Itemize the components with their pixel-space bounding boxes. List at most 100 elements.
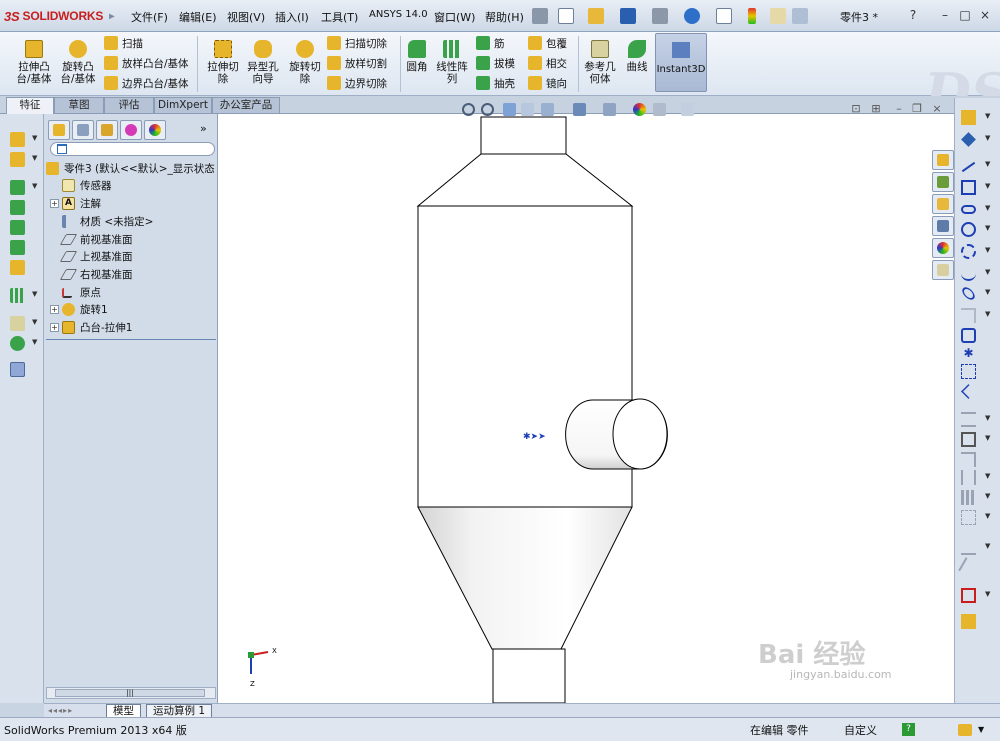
chamfer-icon[interactable]: [10, 200, 25, 215]
split-view-icon[interactable]: ⊡: [850, 103, 862, 115]
loft-button[interactable]: 放样凸台/基体: [104, 54, 189, 72]
horizontal-scrollbar[interactable]: |||: [46, 687, 216, 699]
offset-entities-icon[interactable]: [961, 452, 976, 467]
close-button[interactable]: ×: [977, 7, 993, 23]
tree-root[interactable]: 零件3 (默认<<默认>_显示状态: [46, 160, 215, 177]
tree-item-right-plane[interactable]: 右视基准面: [59, 266, 133, 283]
property-manager-tab[interactable]: [72, 120, 94, 140]
rebuild-icon[interactable]: [748, 8, 756, 24]
tab-scroll-arrows-icon[interactable]: ◂◂◂▸▸: [48, 706, 73, 715]
tab-sketch[interactable]: 草图: [54, 97, 104, 113]
menu-edit[interactable]: 编辑(E): [179, 9, 217, 25]
dropdown-arrow-icon[interactable]: ▼: [985, 224, 990, 232]
view-orientation-icon[interactable]: [573, 103, 586, 116]
dropdown-arrow-icon[interactable]: ▼: [985, 590, 990, 598]
dropdown-arrow-icon[interactable]: ▼: [985, 512, 990, 520]
quick-snaps-icon[interactable]: [961, 588, 976, 603]
mirror-button[interactable]: 镜向: [528, 74, 567, 92]
dropdown-arrow-icon[interactable]: ▼: [985, 542, 990, 550]
file-explorer-tab[interactable]: [932, 194, 954, 214]
dropdown-arrow-icon[interactable]: ▼: [985, 182, 990, 190]
tree-item-front-plane[interactable]: 前视基准面: [59, 231, 133, 248]
linear-sketch-pattern-icon[interactable]: [961, 490, 976, 505]
boundary-boss-button[interactable]: 边界凸台/基体: [104, 74, 189, 92]
scene-icon[interactable]: [653, 103, 666, 116]
rapid-sketch-icon[interactable]: [961, 614, 976, 629]
graphics-minimize-icon[interactable]: –: [893, 103, 905, 115]
graphics-restore-icon[interactable]: ❐: [911, 103, 923, 115]
pushpin-icon[interactable]: [532, 8, 548, 24]
line-icon[interactable]: [961, 161, 976, 173]
expand-icon[interactable]: +: [50, 323, 59, 332]
menu-tools[interactable]: 工具(T): [321, 9, 358, 25]
dropdown-arrow-icon[interactable]: ▼: [985, 134, 990, 142]
tree-item-annotations[interactable]: + A 注解: [50, 195, 101, 212]
instant3d-icon[interactable]: [10, 362, 25, 377]
tab-office-products[interactable]: 办公室产品: [212, 97, 280, 113]
display-manager-tab[interactable]: [144, 120, 166, 140]
instant3d-button[interactable]: Instant3D: [655, 33, 707, 92]
display-style-icon[interactable]: [603, 103, 616, 116]
dropdown-arrow-icon[interactable]: ▼: [985, 160, 990, 168]
display-relations-icon[interactable]: [961, 540, 976, 555]
pattern-icon[interactable]: [10, 288, 25, 303]
tab-features[interactable]: 特征: [6, 97, 54, 114]
section-view-icon[interactable]: [521, 103, 534, 116]
trim-icon[interactable]: [961, 412, 976, 427]
shell-button[interactable]: 抽壳: [476, 74, 515, 92]
scrollbar-thumb[interactable]: |||: [55, 689, 205, 697]
dimxpert-tab[interactable]: [120, 120, 142, 140]
mirror-entities-icon[interactable]: [961, 470, 976, 485]
fillet-icon[interactable]: [10, 180, 25, 195]
boss-icon[interactable]: [10, 152, 25, 167]
smart-dimension-icon[interactable]: [961, 132, 976, 147]
print-icon[interactable]: [652, 8, 668, 24]
zoom-area-icon[interactable]: [481, 103, 494, 116]
dropdown-arrow-icon[interactable]: ▼: [32, 318, 37, 326]
sweep-button[interactable]: 扫描: [104, 34, 143, 52]
dropdown-arrow-icon[interactable]: ▼: [978, 725, 984, 734]
shell-icon[interactable]: [10, 220, 25, 235]
extrude-icon[interactable]: [10, 132, 25, 147]
feature-tree-tab[interactable]: [48, 120, 70, 140]
graphics-area[interactable]: ✱➤➤ X Z Bai 经验 jingyan.baidu.com: [218, 114, 954, 704]
reference-geometry-button[interactable]: 参考几 何体: [581, 35, 619, 85]
revolve-cut-button[interactable]: 旋转切 除: [284, 35, 326, 85]
expand-icon[interactable]: +: [50, 199, 59, 208]
open-folder-icon[interactable]: [588, 8, 604, 24]
rollback-bar[interactable]: [46, 339, 216, 340]
dynamic-annotation-icon[interactable]: [541, 103, 554, 116]
appearance-icon[interactable]: [633, 103, 646, 116]
new-document-icon[interactable]: [558, 8, 574, 24]
rib-button[interactable]: 筋: [476, 34, 505, 52]
dropdown-arrow-icon[interactable]: ▼: [985, 112, 990, 120]
undo-icon[interactable]: [684, 8, 700, 24]
move-entities-icon[interactable]: [961, 510, 976, 525]
tree-item-material[interactable]: 材质 <未指定>: [62, 213, 153, 230]
solidworks-resources-tab[interactable]: [932, 150, 954, 170]
construction-geometry-icon[interactable]: [961, 364, 976, 379]
revolve-boss-button[interactable]: 旋转凸 台/基体: [56, 35, 100, 85]
curves-button[interactable]: 曲线: [622, 35, 652, 73]
intersect-button[interactable]: 相交: [528, 54, 567, 72]
ellipse-icon[interactable]: [960, 285, 977, 302]
convert-entities-icon[interactable]: [961, 432, 976, 447]
tree-item-origin[interactable]: 原点: [62, 284, 101, 301]
options-icon[interactable]: [792, 8, 808, 24]
rib-icon[interactable]: [10, 240, 25, 255]
swept-cut-button[interactable]: 扫描切除: [327, 34, 387, 52]
dropdown-arrow-icon[interactable]: ▼: [32, 182, 37, 190]
menu-help[interactable]: 帮助(H): [485, 9, 524, 25]
appearances-tab[interactable]: [932, 238, 954, 258]
help-status-icon[interactable]: ?: [902, 723, 915, 736]
reference-plane-icon[interactable]: [10, 316, 25, 331]
menu-window[interactable]: 窗口(W): [434, 9, 475, 25]
text-icon[interactable]: [961, 384, 976, 399]
graphics-close-icon[interactable]: ×: [931, 103, 943, 115]
fillet-button[interactable]: 圆角: [403, 35, 431, 73]
dropdown-arrow-icon[interactable]: ▼: [32, 134, 37, 142]
dropdown-arrow-icon[interactable]: ▼: [985, 204, 990, 212]
dropdown-arrow-icon[interactable]: ▼: [32, 154, 37, 162]
menu-ansys[interactable]: ANSYS 14.0: [369, 9, 428, 20]
dropdown-arrow-icon[interactable]: ▼: [32, 290, 37, 298]
